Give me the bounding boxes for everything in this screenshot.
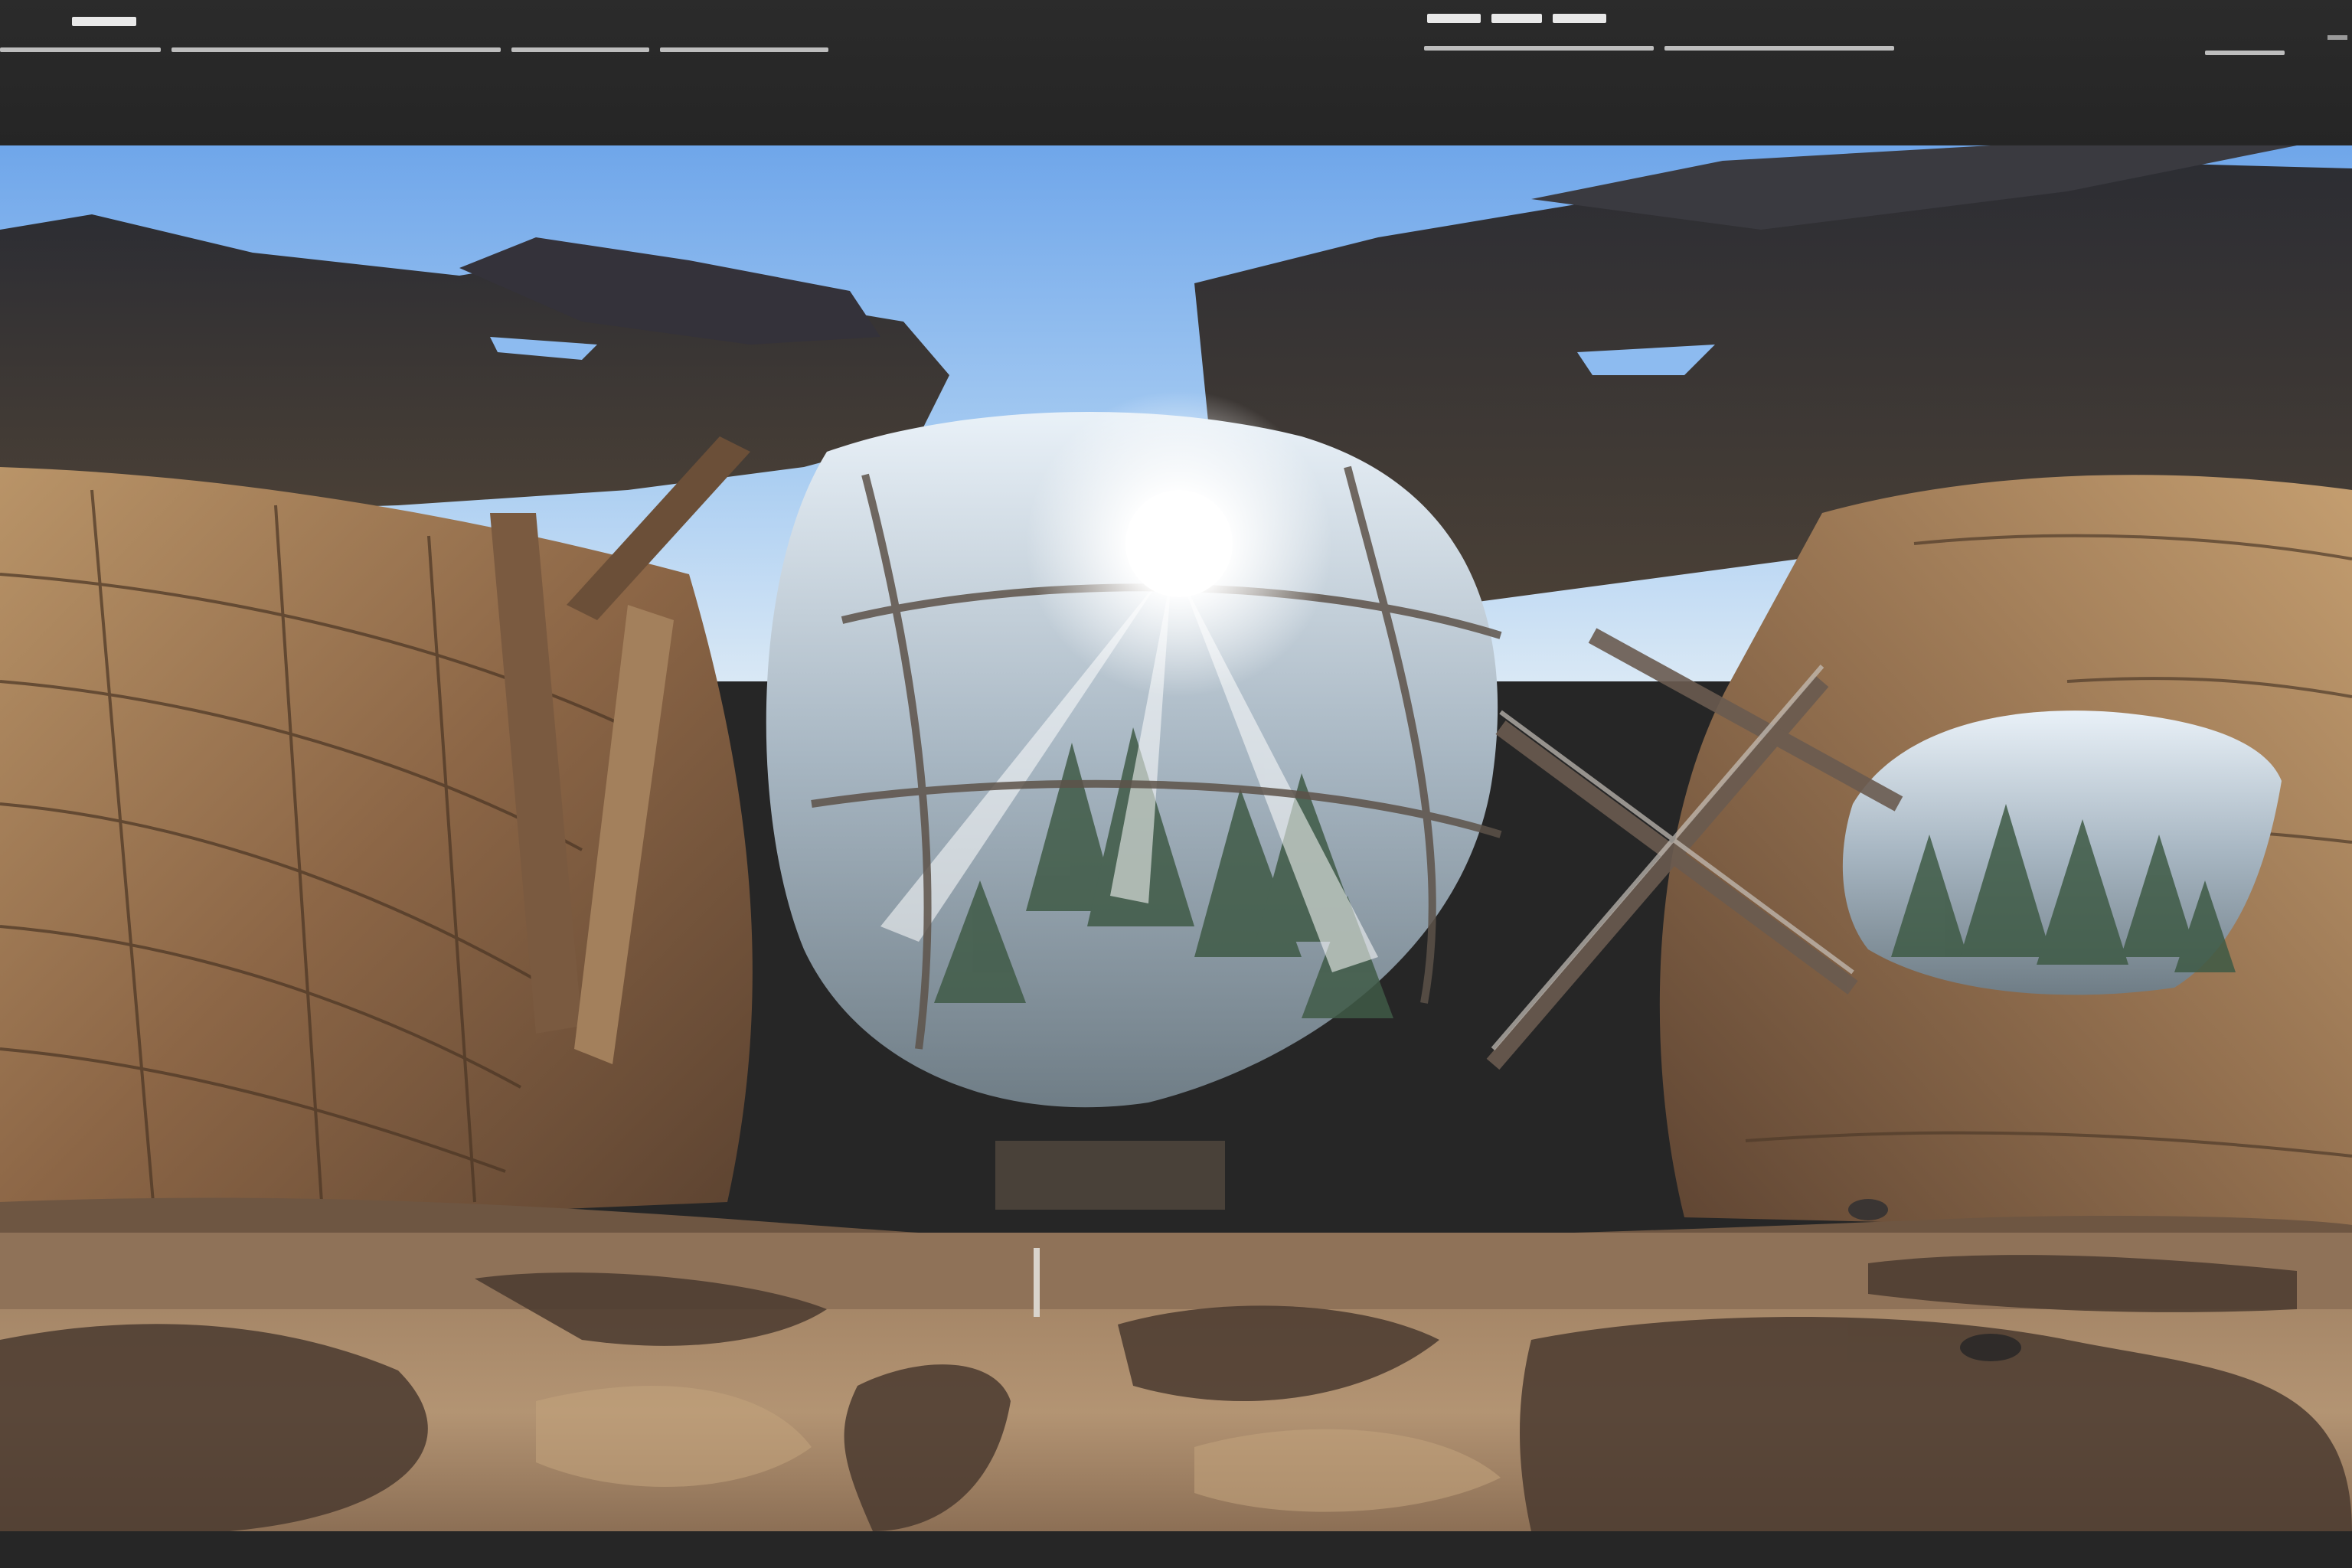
right-tab-marks[interactable] <box>1427 14 1606 23</box>
panorama-illustration <box>0 145 2352 1531</box>
tab-mark[interactable] <box>1427 14 1481 23</box>
tab-mark[interactable] <box>1553 14 1606 23</box>
text-mark <box>0 47 161 52</box>
far-right-marks <box>2205 51 2285 55</box>
viewer-frame <box>0 0 2352 1568</box>
bottom-strip <box>0 1531 2352 1568</box>
right-info-line <box>1424 46 1894 51</box>
text-mark <box>660 47 828 52</box>
text-mark <box>511 47 649 52</box>
top-toolbar <box>0 0 2352 144</box>
corner-tick <box>2328 35 2347 40</box>
left-info-line <box>0 47 828 52</box>
text-mark <box>72 17 136 26</box>
tab-mark[interactable] <box>1491 14 1542 23</box>
text-mark <box>1664 46 1894 51</box>
text-mark <box>1424 46 1654 51</box>
text-mark <box>172 47 501 52</box>
text-mark <box>2205 51 2285 55</box>
panorama-image[interactable] <box>0 145 2352 1531</box>
left-title-marks <box>72 17 136 26</box>
